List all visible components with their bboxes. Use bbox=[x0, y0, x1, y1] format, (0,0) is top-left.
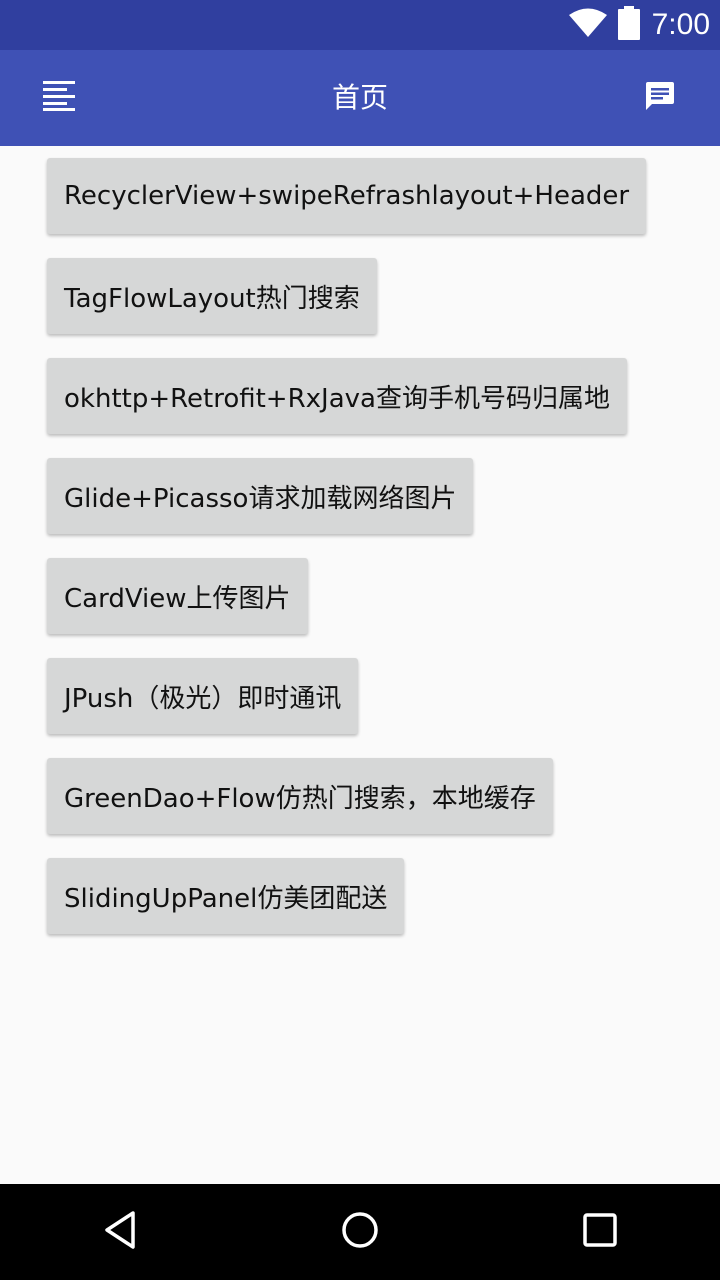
recyclerview-button[interactable]: RecyclerView+swipeRefrashlayout+Header bbox=[47, 158, 647, 234]
status-bar: 7:00 bbox=[0, 0, 720, 50]
status-icons: 7:00 bbox=[568, 0, 710, 50]
tagflowlayout-button[interactable]: TagFlowLayout热门搜索 bbox=[47, 258, 377, 334]
recents-button[interactable] bbox=[570, 1202, 630, 1262]
status-time: 7:00 bbox=[651, 8, 710, 41]
recents-icon bbox=[580, 1210, 620, 1254]
message-button[interactable] bbox=[630, 68, 690, 128]
toolbar: 首页 bbox=[0, 50, 720, 146]
slidinguppanel-button[interactable]: SlidingUpPanel仿美团配送 bbox=[47, 858, 405, 934]
battery-icon bbox=[617, 6, 640, 44]
greendao-button[interactable]: GreenDao+Flow仿热门搜索，本地缓存 bbox=[47, 758, 553, 834]
back-icon bbox=[100, 1210, 140, 1254]
page-title: 首页 bbox=[331, 81, 388, 114]
okhttp-retrofit-button[interactable]: okhttp+Retrofit+RxJava查询手机号码归属地 bbox=[47, 358, 627, 434]
home-icon bbox=[340, 1210, 380, 1254]
message-icon bbox=[645, 81, 675, 115]
button-list: RecyclerView+swipeRefrashlayout+Header T… bbox=[47, 158, 647, 958]
back-button[interactable] bbox=[90, 1202, 150, 1262]
cardview-button[interactable]: CardView上传图片 bbox=[47, 558, 308, 634]
glide-picasso-button[interactable]: Glide+Picasso请求加载网络图片 bbox=[47, 458, 474, 534]
navigation-bar bbox=[0, 1184, 720, 1280]
jpush-button[interactable]: JPush（极光）即时通讯 bbox=[47, 658, 359, 734]
wifi-icon bbox=[568, 8, 608, 42]
home-button[interactable] bbox=[330, 1202, 390, 1262]
